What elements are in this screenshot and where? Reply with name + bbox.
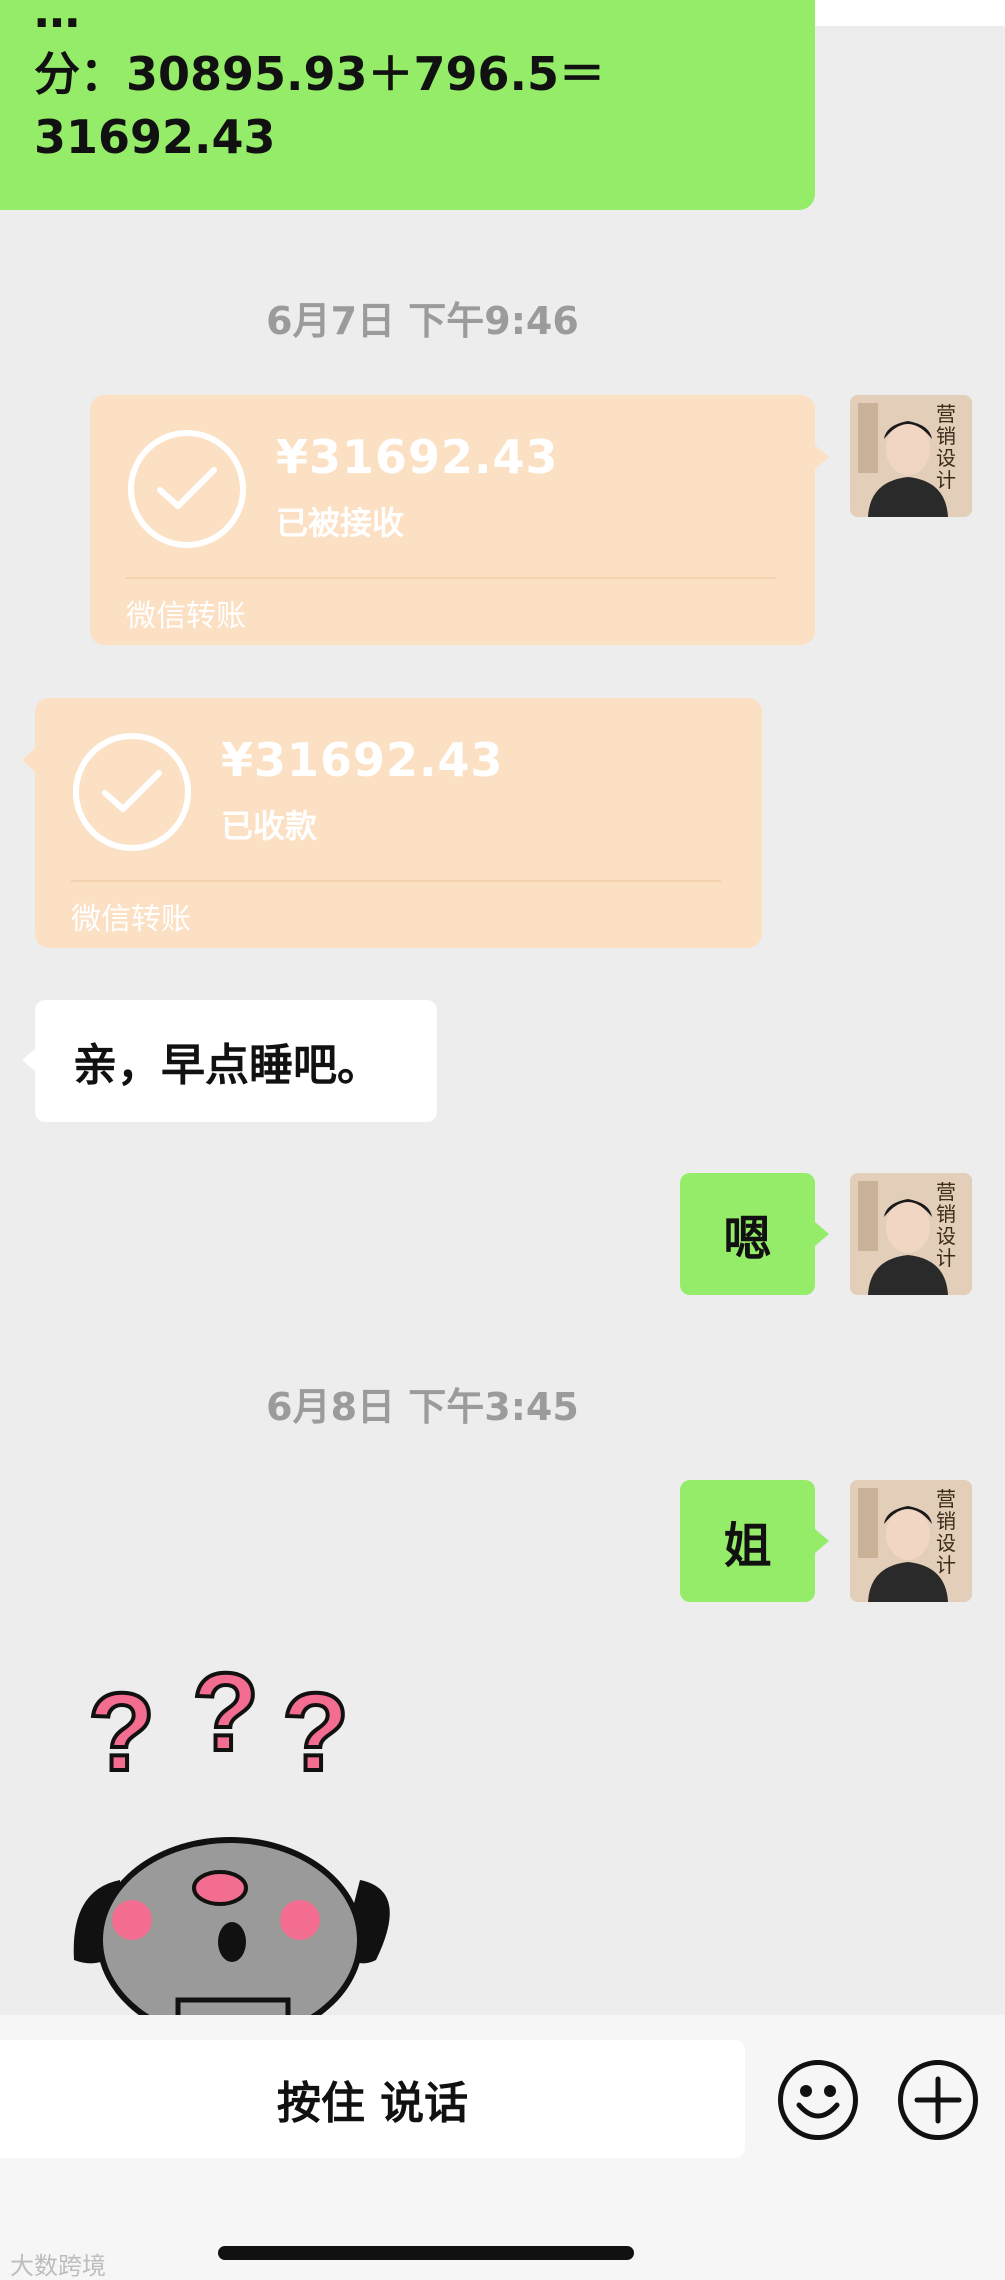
green-message-top[interactable]: … 分：30895.93＋796.5＝ 31692.43 [0, 0, 815, 210]
bubble-tail [22, 1048, 36, 1072]
message-text: 亲，早点睡吧。 [73, 1040, 381, 1091]
message-line: 31692.43 [34, 110, 276, 165]
hold-to-talk-button[interactable]: 按住 说话 [0, 2040, 745, 2158]
transfer-received-bubble[interactable]: ¥31692.43 已收款 微信转账 [35, 698, 762, 948]
green-message[interactable]: 姐 [680, 1480, 815, 1602]
divider [126, 577, 776, 579]
avatar[interactable]: 营销设计 [850, 395, 972, 517]
plus-icon [914, 2076, 962, 2124]
avatar-text: 营销设计 [936, 1180, 956, 1270]
timestamp: 6月7日 下午9:46 [266, 299, 579, 343]
message-text: 姐 [723, 1518, 772, 1574]
avatar-text: 营销设计 [936, 402, 956, 492]
plus-button[interactable] [898, 2060, 978, 2140]
divider [71, 880, 721, 882]
bubble-tail [815, 1529, 829, 1553]
transfer-amount: ¥31692.43 [221, 733, 504, 787]
message-text: 嗯 [723, 1211, 772, 1267]
cut-line: … [34, 0, 80, 38]
avatar[interactable]: 营销设计 [850, 1480, 972, 1602]
smiley-icon [796, 2085, 840, 2119]
transfer-status: 已收款 [221, 807, 318, 845]
question-mark: ? [88, 1671, 155, 1794]
question-mark: ? [192, 1670, 259, 1774]
bubble-tail [815, 1222, 829, 1246]
message-line: 分：30895.93＋796.5＝ [34, 47, 606, 102]
bubble-tail [22, 748, 36, 772]
white-message[interactable]: 亲，早点睡吧。 [35, 1000, 437, 1122]
watermark: 大数跨境 [10, 2252, 106, 2280]
avatar-text: 营销设计 [936, 1487, 956, 1577]
transfer-brand: 微信转账 [71, 902, 191, 937]
transfer-sent-bubble[interactable]: ¥31692.43 已被接收 微信转账 [90, 395, 815, 645]
home-indicator[interactable] [218, 2246, 634, 2260]
sticker-puppy-question[interactable]: ? ? ? [60, 1649, 400, 2043]
avatar[interactable]: 营销设计 [850, 1173, 972, 1295]
check-circle-icon [73, 733, 191, 851]
timestamp: 6月8日 下午3:45 [266, 1385, 579, 1429]
transfer-amount: ¥31692.43 [276, 430, 559, 484]
check-circle-icon [128, 430, 246, 548]
emoji-button[interactable] [778, 2060, 858, 2140]
transfer-status: 已被接收 [276, 504, 405, 542]
transfer-brand: 微信转账 [126, 599, 246, 634]
bubble-tail [815, 445, 829, 469]
hold-to-talk-label: 按住 说话 [276, 2078, 469, 2129]
green-message[interactable]: 嗯 [680, 1173, 815, 1295]
question-mark: ? [282, 1671, 349, 1794]
